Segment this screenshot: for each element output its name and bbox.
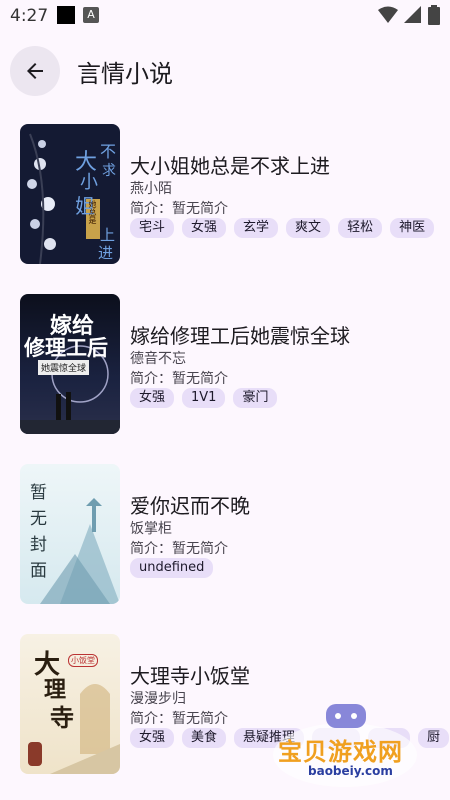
tag: 1V1 bbox=[182, 388, 226, 408]
cover-placeholder-char: 面 bbox=[30, 561, 47, 581]
book-author: 饭掌柜 bbox=[130, 521, 172, 537]
back-button[interactable] bbox=[10, 46, 60, 96]
cover-title-char: 进 bbox=[98, 244, 114, 262]
book-item[interactable]: 大 小 姐 不 求 上 进 她总是 大小姐她总是不求上进 燕小陌 简介：暂无简介… bbox=[0, 118, 450, 268]
tag: 美食 bbox=[182, 728, 227, 748]
tag: 玄学 bbox=[234, 218, 279, 238]
tag: 女强 bbox=[130, 388, 175, 408]
book-author: 漫漫步归 bbox=[130, 691, 186, 707]
book-item[interactable]: 嫁给 修理工后 她震惊全球 嫁给修理工后她震惊全球 德音不忘 简介：暂无简介 女… bbox=[0, 288, 450, 438]
watermark-url: baobeiy.com bbox=[308, 764, 393, 778]
battery-icon bbox=[428, 5, 440, 25]
tag: 神医 bbox=[390, 218, 435, 238]
signal-icon bbox=[404, 6, 421, 23]
book-title: 爱你迟而不晚 bbox=[130, 494, 250, 518]
cover-subtitle: 她总是 bbox=[88, 200, 97, 224]
book-cover: 大 小 姐 不 求 上 进 她总是 bbox=[20, 124, 120, 264]
tag: 宅斗 bbox=[130, 218, 175, 238]
book-intro: 简介：暂无简介 bbox=[130, 541, 228, 557]
book-author: 燕小陌 bbox=[130, 181, 172, 197]
cover-title-char: 寺 bbox=[50, 703, 74, 732]
cover-subtitle: 她震惊全球 bbox=[38, 360, 90, 375]
tag: 女强 bbox=[130, 728, 175, 748]
tag: undefined bbox=[130, 558, 214, 578]
tag: 厨 bbox=[418, 728, 450, 748]
page-title: 言情小说 bbox=[77, 60, 173, 88]
book-cover: 嫁给 修理工后 她震惊全球 bbox=[20, 294, 120, 434]
book-intro: 简介：暂无简介 bbox=[130, 201, 228, 217]
book-title: 大小姐她总是不求上进 bbox=[130, 154, 330, 178]
cover-title-char: 求 bbox=[102, 163, 116, 179]
book-author: 德音不忘 bbox=[130, 351, 186, 367]
cover-placeholder-char: 暂 bbox=[30, 483, 47, 503]
arrow-back-icon bbox=[27, 63, 43, 79]
watermark-name: 宝贝游戏网 bbox=[278, 738, 403, 766]
cover-placeholder-char: 封 bbox=[30, 535, 47, 555]
cover-title-line: 修理工后 bbox=[24, 335, 108, 360]
tag-list: 女强 1V1 豪门 bbox=[130, 388, 450, 408]
notification-square-icon bbox=[57, 6, 75, 24]
tag-list: undefined bbox=[130, 558, 450, 578]
book-title: 大理寺小饭堂 bbox=[130, 664, 250, 688]
cover-subtitle: 小饭堂 bbox=[68, 654, 98, 667]
book-item[interactable]: 暂 无 封 面 爱你迟而不晚 饭掌柜 简介：暂无简介 undefined bbox=[0, 458, 450, 608]
watermark-logo: 宝贝游戏网 baobeiy.com bbox=[270, 700, 420, 790]
tag: 轻松 bbox=[338, 218, 383, 238]
book-title: 嫁给修理工后她震惊全球 bbox=[130, 324, 350, 348]
book-cover: 暂 无 封 面 bbox=[20, 464, 120, 604]
book-cover: 大 理 寺 小饭堂 bbox=[20, 634, 120, 774]
status-time: 4:27 bbox=[10, 6, 49, 26]
cover-placeholder-char: 无 bbox=[30, 509, 47, 529]
app-bar: 言情小说 bbox=[0, 40, 450, 104]
status-icons bbox=[378, 5, 440, 25]
app-notification-icon: A bbox=[83, 7, 99, 23]
book-intro: 简介：暂无简介 bbox=[130, 711, 228, 727]
tag: 爽文 bbox=[286, 218, 331, 238]
tag: 豪门 bbox=[233, 388, 278, 408]
status-bar: 4:27 A bbox=[0, 0, 450, 32]
book-intro: 简介：暂无简介 bbox=[130, 371, 228, 387]
cover-title-char: 不 bbox=[100, 142, 117, 161]
wifi-icon bbox=[378, 6, 398, 23]
tag-list: 宅斗 女强 玄学 爽文 轻松 神医 bbox=[130, 218, 450, 238]
tag: 女强 bbox=[182, 218, 227, 238]
